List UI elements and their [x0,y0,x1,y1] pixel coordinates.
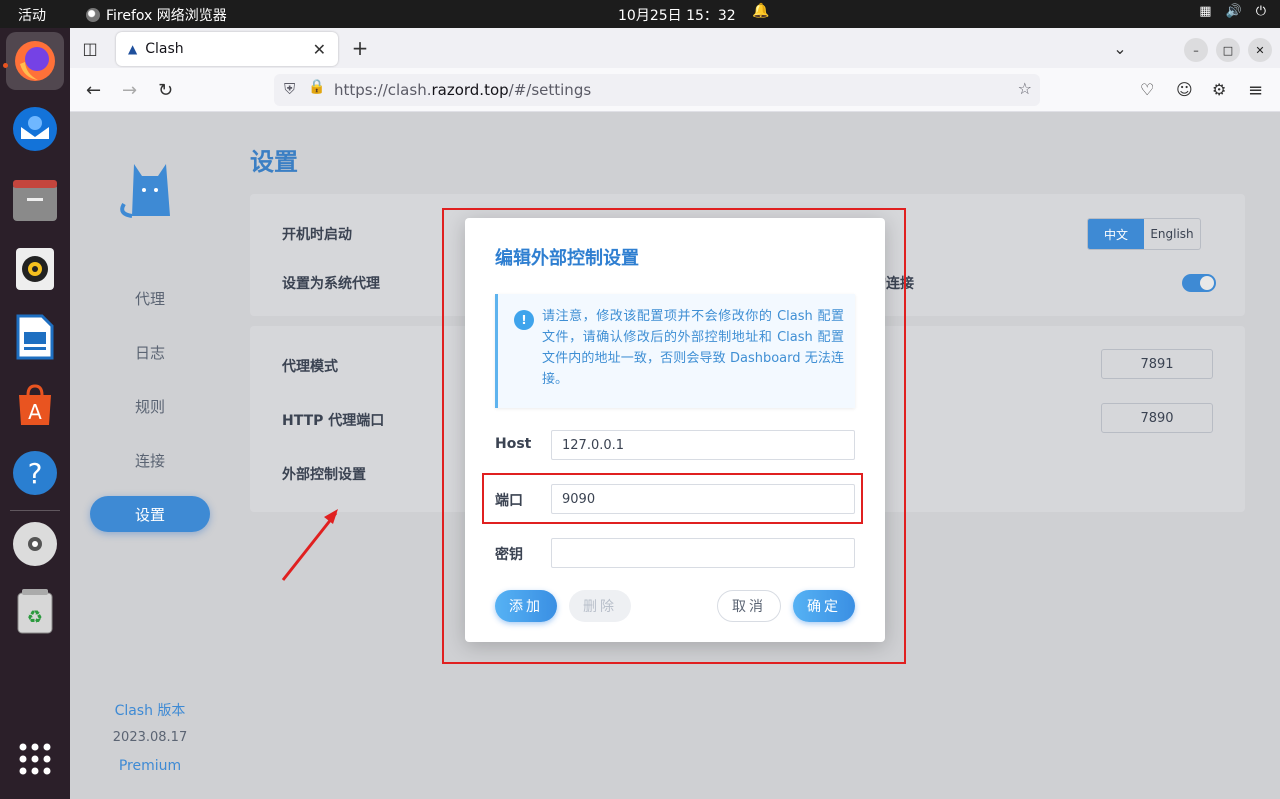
app-grid-icon [19,743,51,775]
dock-help[interactable]: ? [6,444,64,502]
document-icon [16,314,54,360]
dock-separator [10,510,60,511]
firefox-icon [86,8,100,22]
url-bar[interactable]: ⛨ 🔒 https://clash.razord.top/#/settings … [274,74,1040,106]
socks-port-input[interactable]: 7891 [1101,349,1213,379]
sidebar-item-settings[interactable]: 设置 [90,496,210,532]
dock-files[interactable] [6,172,64,230]
firefox-icon [15,41,55,81]
page-title: 设置 [250,148,298,176]
svg-text:♻: ♻ [27,607,43,628]
account-icon[interactable]: ☺ [1176,80,1193,99]
speaker-icon [16,248,54,290]
dock-firefox[interactable] [6,32,64,90]
activities-button[interactable]: 活动 [18,5,46,25]
bell-icon[interactable]: 🔔 [752,3,769,19]
close-tab-icon[interactable]: ✕ [313,40,326,59]
disc-icon [13,522,57,566]
lang-en-option[interactable]: English [1144,219,1200,249]
lock-icon[interactable]: 🔒 [308,79,325,95]
back-icon[interactable]: ← [86,80,101,101]
minimize-icon[interactable]: – [1184,38,1208,62]
svg-text:?: ? [28,457,43,490]
tab-clash[interactable]: ▲ Clash ✕ [116,32,338,66]
shield-icon[interactable]: ⛨ [284,80,295,98]
annotation-box-port [482,473,863,524]
lang-zh-option[interactable]: 中文 [1088,219,1144,249]
extensions-icon[interactable]: ⚙ [1212,80,1226,99]
sidebar-item-rules[interactable]: 规则 [90,388,210,424]
dock-rhythmbox[interactable] [6,240,64,298]
sidebar-item-proxy[interactable]: 代理 [90,280,210,316]
proxy-mode-label: 代理模式 [282,359,338,375]
url-text[interactable]: https://clash.razord.top/#/settings [334,81,591,99]
svg-text:A: A [28,400,42,424]
pocket-icon[interactable]: ♡ [1140,80,1154,99]
dock-trash[interactable]: ♻ [6,583,64,641]
version-title: Clash 版本 [114,703,186,719]
dock-disc[interactable] [6,515,64,573]
system-top-bar: 活动 Firefox 网络浏览器 10月25日 15：32 🔔 ▦ 🔊 ⏻ [0,0,1280,28]
mixed-port-input[interactable]: 7890 [1101,403,1213,433]
external-control-label[interactable]: 外部控制设置 [282,464,366,484]
help-icon: ? [13,451,57,495]
annotation-arrow [281,509,338,581]
thunderbird-icon [13,107,57,151]
new-tab-icon[interactable]: + [350,36,370,60]
dock-show-apps[interactable] [6,730,64,788]
sidebar-item-connections[interactable]: 连接 [90,442,210,478]
forward-icon[interactable]: → [122,80,137,101]
running-indicator [3,63,8,68]
clash-favicon-icon: ▲ [128,42,138,56]
power-icon[interactable]: ⏻ [1256,4,1266,19]
maximize-icon[interactable]: □ [1216,38,1240,62]
dock-writer[interactable] [6,308,64,366]
volume-icon[interactable]: 🔊 [1226,4,1242,19]
clash-cat-logo [120,164,170,218]
menu-icon[interactable]: ≡ [1248,80,1263,101]
version-edition: Premium [118,758,182,774]
close-window-icon[interactable]: ✕ [1248,38,1272,62]
sidebar-item-logs[interactable]: 日志 [90,334,210,370]
folder-icon [13,180,57,221]
app-name-label: Firefox 网络浏览器 [106,8,227,24]
clock[interactable]: 10月25日 15：32 [618,5,736,25]
trash-icon: ♻ [17,589,53,634]
system-tray[interactable]: ▦ 🔊 ⏻ [1199,4,1266,19]
dock: A ? ♻ [0,28,70,799]
navigation-bar: ← → ↻ ⛨ 🔒 https://clash.razord.top/#/set… [70,68,1280,112]
language-switch[interactable]: 中文 English [1087,218,1201,250]
network-icon[interactable]: ▦ [1199,4,1211,19]
dock-thunderbird[interactable] [6,100,64,158]
version-number: 2023.08.17 [112,730,188,745]
app-store-icon: A [19,384,51,425]
tab-title: Clash [145,41,184,57]
http-port-label: HTTP 代理端口 [282,413,385,429]
dock-app-center[interactable]: A [6,376,64,434]
annotation-box-dialog [442,208,906,664]
allow-lan-toggle[interactable] [1182,274,1216,292]
app-menu[interactable]: Firefox 网络浏览器 [86,5,227,25]
tab-list-icon[interactable]: ◫ [80,38,100,58]
reload-icon[interactable]: ↻ [158,80,173,101]
startup-label: 开机时启动 [282,227,352,243]
system-proxy-label: 设置为系统代理 [282,276,380,292]
bookmark-star-icon[interactable]: ☆ [1018,79,1032,98]
tab-bar: ◫ ▲ Clash ✕ + ⌄ – □ ✕ [70,28,1280,68]
chevron-down-icon[interactable]: ⌄ [1110,38,1130,58]
